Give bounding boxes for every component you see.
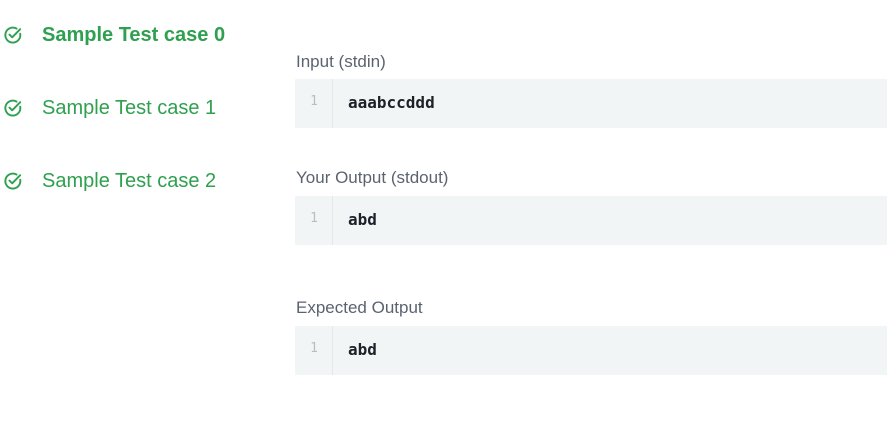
expected-title: Expected Output xyxy=(296,298,423,317)
check-circle-icon xyxy=(4,172,22,190)
testcase-label: Sample Test case 0 xyxy=(42,24,226,46)
output-title: Your Output (stdout) xyxy=(296,168,449,187)
output-code-box[interactable]: 1 abd xyxy=(295,196,887,245)
line-number: 1 xyxy=(310,211,318,226)
line-gutter: 1 xyxy=(295,326,333,375)
check-circle-icon xyxy=(4,26,22,44)
input-title: Input (stdin) xyxy=(296,52,386,71)
line-gutter: 1 xyxy=(295,196,333,245)
line-number: 1 xyxy=(310,341,318,356)
testcase-label: Sample Test case 1 xyxy=(42,97,217,119)
input-content: aaabccddd xyxy=(348,93,435,112)
line-number: 1 xyxy=(310,94,318,109)
expected-content: abd xyxy=(348,340,377,359)
testcase-label: Sample Test case 2 xyxy=(42,170,217,192)
line-gutter: 1 xyxy=(295,79,333,128)
check-circle-icon xyxy=(4,99,22,117)
output-content: abd xyxy=(348,210,377,229)
expected-code-box[interactable]: 1 abd xyxy=(295,326,887,375)
input-code-box[interactable]: 1 aaabccddd xyxy=(295,79,887,128)
